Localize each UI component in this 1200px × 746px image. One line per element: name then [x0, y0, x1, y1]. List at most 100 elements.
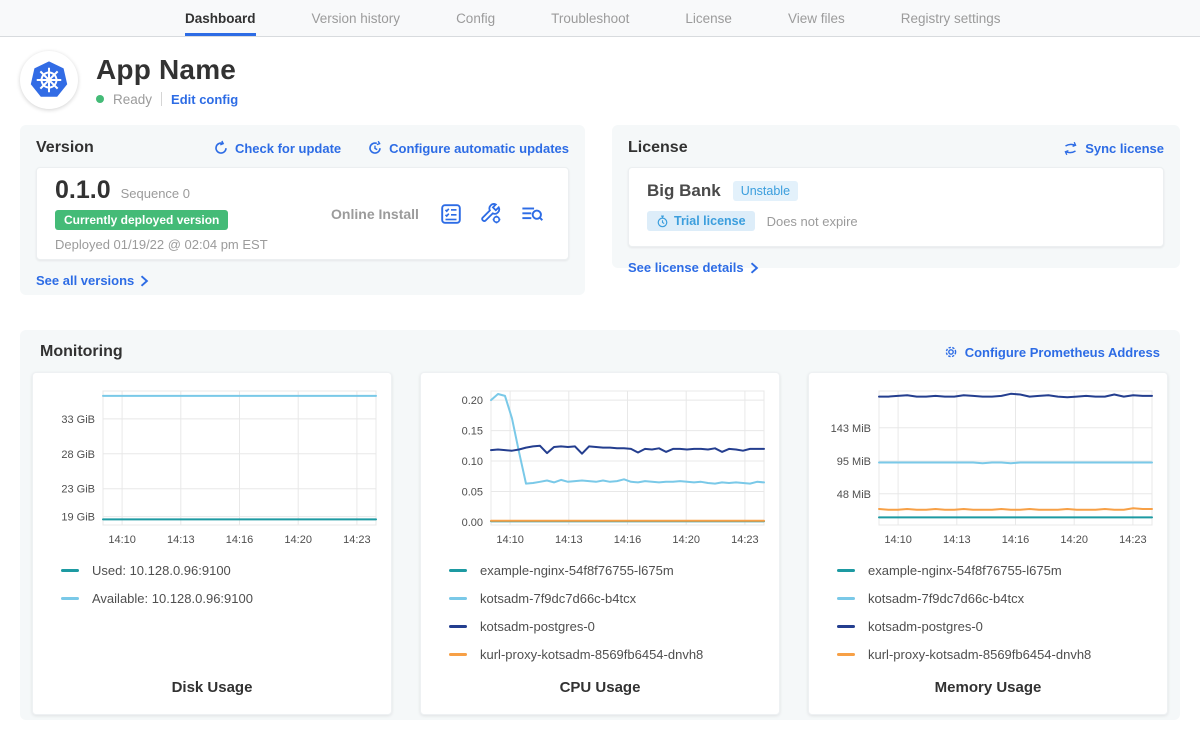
- tab-troubleshoot[interactable]: Troubleshoot: [551, 0, 629, 36]
- memory-usage-legend: example-nginx-54f8f76755-l675m kotsadm-7f…: [837, 563, 1155, 679]
- svg-text:95 MiB: 95 MiB: [837, 456, 871, 468]
- svg-text:14:13: 14:13: [167, 534, 195, 546]
- legend-label: kotsadm-7f9dc7d66c-b4tcx: [868, 591, 1024, 606]
- legend-swatch: [837, 625, 855, 628]
- legend-label: kotsadm-postgres-0: [480, 619, 595, 634]
- legend-label: kotsadm-postgres-0: [868, 619, 983, 634]
- edit-config-link[interactable]: Edit config: [171, 92, 238, 107]
- legend-item: example-nginx-54f8f76755-l675m: [449, 563, 767, 578]
- sequence-label: Sequence 0: [121, 186, 190, 201]
- divider: [161, 92, 162, 106]
- legend-swatch: [837, 653, 855, 656]
- license-card: License Sync license Big Bank Unstable: [612, 125, 1180, 268]
- monitoring-section: Monitoring Configure Prometheus Address …: [20, 330, 1180, 720]
- svg-text:48 MiB: 48 MiB: [837, 489, 871, 501]
- svg-text:143 MiB: 143 MiB: [831, 423, 871, 435]
- configure-automatic-updates-button[interactable]: Configure automatic updates: [367, 140, 569, 156]
- tab-license[interactable]: License: [685, 0, 732, 36]
- svg-text:28 GiB: 28 GiB: [61, 449, 95, 461]
- legend-label: kurl-proxy-kotsadm-8569fb6454-dnvh8: [868, 647, 1091, 662]
- legend-item: Used: 10.128.0.96:9100: [61, 563, 379, 578]
- legend-label: Available: 10.128.0.96:9100: [92, 591, 253, 606]
- channel-badge: Unstable: [733, 181, 798, 201]
- disk-usage-chart: 19 GiB23 GiB28 GiB33 GiB14:1014:1314:161…: [45, 383, 379, 551]
- cpu-usage-chart: 0.000.050.100.150.2014:1014:1314:1614:20…: [433, 383, 767, 551]
- tab-registry-settings[interactable]: Registry settings: [901, 0, 1001, 36]
- disk-usage-chart-card: 19 GiB23 GiB28 GiB33 GiB14:1014:1314:161…: [32, 372, 392, 715]
- tab-dashboard[interactable]: Dashboard: [185, 0, 256, 36]
- legend-swatch: [61, 569, 79, 572]
- legend-swatch: [837, 597, 855, 600]
- kubernetes-icon: [28, 59, 70, 101]
- see-license-details-link[interactable]: See license details: [628, 260, 759, 275]
- svg-text:14:16: 14:16: [226, 534, 254, 546]
- svg-text:14:16: 14:16: [614, 534, 642, 546]
- legend-label: example-nginx-54f8f76755-l675m: [480, 563, 674, 578]
- tab-version-history[interactable]: Version history: [312, 0, 401, 36]
- page-title: App Name: [96, 54, 238, 86]
- legend-item: kotsadm-7f9dc7d66c-b4tcx: [449, 591, 767, 606]
- license-panel: Big Bank Unstable Trial license Does not…: [628, 167, 1164, 247]
- legend-item: Available: 10.128.0.96:9100: [61, 591, 379, 606]
- legend-item: kurl-proxy-kotsadm-8569fb6454-dnvh8: [837, 647, 1155, 662]
- chevron-right-icon: [140, 275, 149, 287]
- legend-swatch: [449, 653, 467, 656]
- legend-swatch: [449, 597, 467, 600]
- svg-text:33 GiB: 33 GiB: [61, 414, 95, 426]
- version-card: Version Check for update: [20, 125, 585, 295]
- see-all-versions-link[interactable]: See all versions: [36, 273, 149, 288]
- status-text: Ready: [113, 92, 152, 107]
- svg-text:0.10: 0.10: [462, 456, 483, 468]
- refresh-icon: [213, 140, 229, 156]
- wrench-gear-icon[interactable]: [480, 203, 502, 225]
- monitoring-title: Monitoring: [40, 343, 123, 361]
- sync-license-button[interactable]: Sync license: [1062, 141, 1164, 156]
- legend-item: kotsadm-postgres-0: [837, 619, 1155, 634]
- chart-title: Memory Usage: [821, 679, 1155, 696]
- cpu-usage-chart-card: 0.000.050.100.150.2014:1014:1314:1614:20…: [420, 372, 780, 715]
- legend-swatch: [837, 569, 855, 572]
- ready-status-dot: [96, 95, 104, 103]
- legend-item: kurl-proxy-kotsadm-8569fb6454-dnvh8: [449, 647, 767, 662]
- svg-text:14:20: 14:20: [672, 534, 700, 546]
- chart-title: Disk Usage: [45, 679, 379, 696]
- svg-text:14:16: 14:16: [1002, 534, 1030, 546]
- customer-name: Big Bank: [647, 181, 721, 201]
- svg-text:14:23: 14:23: [1119, 534, 1147, 546]
- legend-label: kotsadm-7f9dc7d66c-b4tcx: [480, 591, 636, 606]
- legend-swatch: [449, 569, 467, 572]
- gear-icon: [943, 344, 959, 360]
- expiration-text: Does not expire: [767, 214, 858, 229]
- svg-text:14:13: 14:13: [943, 534, 971, 546]
- app-logo: [20, 51, 78, 109]
- tab-view-files[interactable]: View files: [788, 0, 845, 36]
- svg-text:19 GiB: 19 GiB: [61, 512, 95, 524]
- version-card-title: Version: [36, 139, 94, 157]
- legend-swatch: [61, 597, 79, 600]
- svg-text:14:23: 14:23: [343, 534, 371, 546]
- check-for-update-button[interactable]: Check for update: [213, 140, 341, 156]
- top-nav: Dashboard Version history Config Trouble…: [0, 0, 1200, 37]
- chevron-right-icon: [750, 262, 759, 274]
- legend-label: example-nginx-54f8f76755-l675m: [868, 563, 1062, 578]
- tab-config[interactable]: Config: [456, 0, 495, 36]
- preflight-checklist-icon[interactable]: [440, 203, 462, 225]
- legend-item: kotsadm-postgres-0: [449, 619, 767, 634]
- svg-text:14:23: 14:23: [731, 534, 759, 546]
- clock-refresh-icon: [367, 140, 383, 156]
- svg-text:0.20: 0.20: [462, 395, 483, 407]
- legend-label: Used: 10.128.0.96:9100: [92, 563, 231, 578]
- configure-prometheus-button[interactable]: Configure Prometheus Address: [943, 344, 1160, 360]
- deployed-timestamp: Deployed 01/19/22 @ 02:04 pm EST: [55, 237, 310, 252]
- legend-swatch: [449, 625, 467, 628]
- svg-text:0.15: 0.15: [462, 426, 483, 438]
- install-type-label: Online Install: [310, 206, 440, 222]
- logs-search-icon[interactable]: [520, 203, 544, 225]
- disk-usage-legend: Used: 10.128.0.96:9100 Available: 10.128.…: [61, 563, 379, 679]
- license-card-title: License: [628, 139, 688, 157]
- memory-usage-chart-card: 48 MiB95 MiB143 MiB14:1014:1314:1614:201…: [808, 372, 1168, 715]
- memory-usage-chart: 48 MiB95 MiB143 MiB14:1014:1314:1614:201…: [821, 383, 1155, 551]
- stopwatch-icon: [656, 215, 669, 228]
- svg-text:14:10: 14:10: [884, 534, 912, 546]
- legend-label: kurl-proxy-kotsadm-8569fb6454-dnvh8: [480, 647, 703, 662]
